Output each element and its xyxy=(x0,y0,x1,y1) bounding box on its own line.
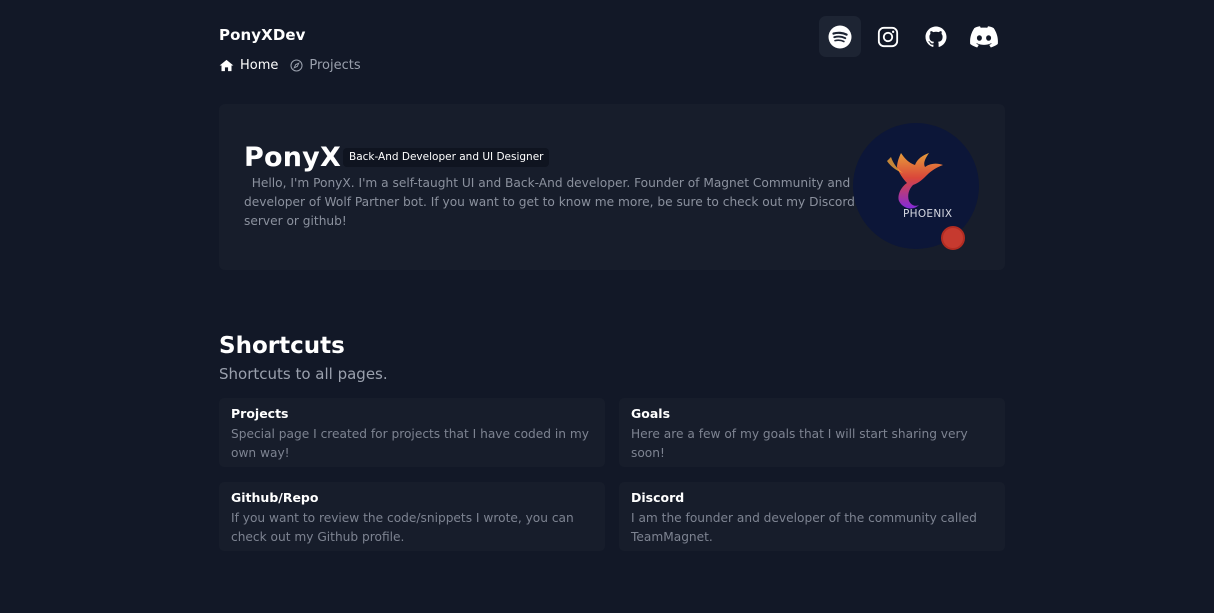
social-links xyxy=(819,16,1005,57)
github-icon xyxy=(924,25,948,49)
shortcut-card-projects[interactable]: Projects Special page I created for proj… xyxy=(219,398,605,467)
avatar: PHOENIX xyxy=(853,123,979,250)
shortcut-card-discord[interactable]: Discord I am the founder and developer o… xyxy=(619,482,1005,551)
discord-button[interactable] xyxy=(963,16,1005,57)
profile-bio: Hello, I'm PonyX. I'm a self-taught UI a… xyxy=(244,174,856,231)
nav-home-label: Home xyxy=(240,58,279,73)
shortcut-card-goals[interactable]: Goals Here are a few of my goals that I … xyxy=(619,398,1005,467)
profile-name: PonyX xyxy=(244,142,341,173)
shortcut-description: Special page I created for projects that… xyxy=(231,427,589,460)
shortcut-description: I am the founder and developer of the co… xyxy=(631,511,977,544)
shortcut-description: Here are a few of my goals that I will s… xyxy=(631,427,968,460)
instagram-icon xyxy=(877,26,899,48)
discord-icon xyxy=(970,25,998,48)
nav-projects-label: Projects xyxy=(309,58,361,73)
shortcut-title: Discord xyxy=(631,490,685,505)
shortcut-title: Projects xyxy=(231,406,289,421)
site-brand[interactable]: PonyXDev xyxy=(219,26,306,44)
shortcuts-subtitle: Shortcuts to all pages. xyxy=(219,365,388,383)
shortcut-description: If you want to review the code/snippets … xyxy=(231,511,574,544)
shortcut-title: Goals xyxy=(631,406,671,421)
nav-home[interactable]: Home xyxy=(219,58,278,73)
github-button[interactable] xyxy=(915,16,957,57)
spotify-button[interactable] xyxy=(819,16,861,57)
role-badge: Back-And Developer and UI Designer xyxy=(343,148,550,167)
profile-card: PonyX Back-And Developer and UI Designer… xyxy=(219,104,1005,270)
profile-bio-text: Hello, I'm PonyX. I'm a self-taught UI a… xyxy=(244,176,855,228)
main-nav: Home Projects xyxy=(219,58,361,73)
home-icon xyxy=(219,59,234,72)
shortcut-card-github[interactable]: Github/Repo If you want to review the co… xyxy=(219,482,605,551)
avatar-label: PHOENIX xyxy=(903,208,953,220)
shortcuts-title: Shortcuts xyxy=(219,333,345,359)
spotify-icon xyxy=(828,25,852,49)
compass-icon xyxy=(290,59,303,72)
instagram-button[interactable] xyxy=(867,16,909,57)
shortcut-title: Github/Repo xyxy=(231,490,319,505)
status-indicator xyxy=(941,226,965,250)
nav-projects[interactable]: Projects xyxy=(290,58,361,73)
